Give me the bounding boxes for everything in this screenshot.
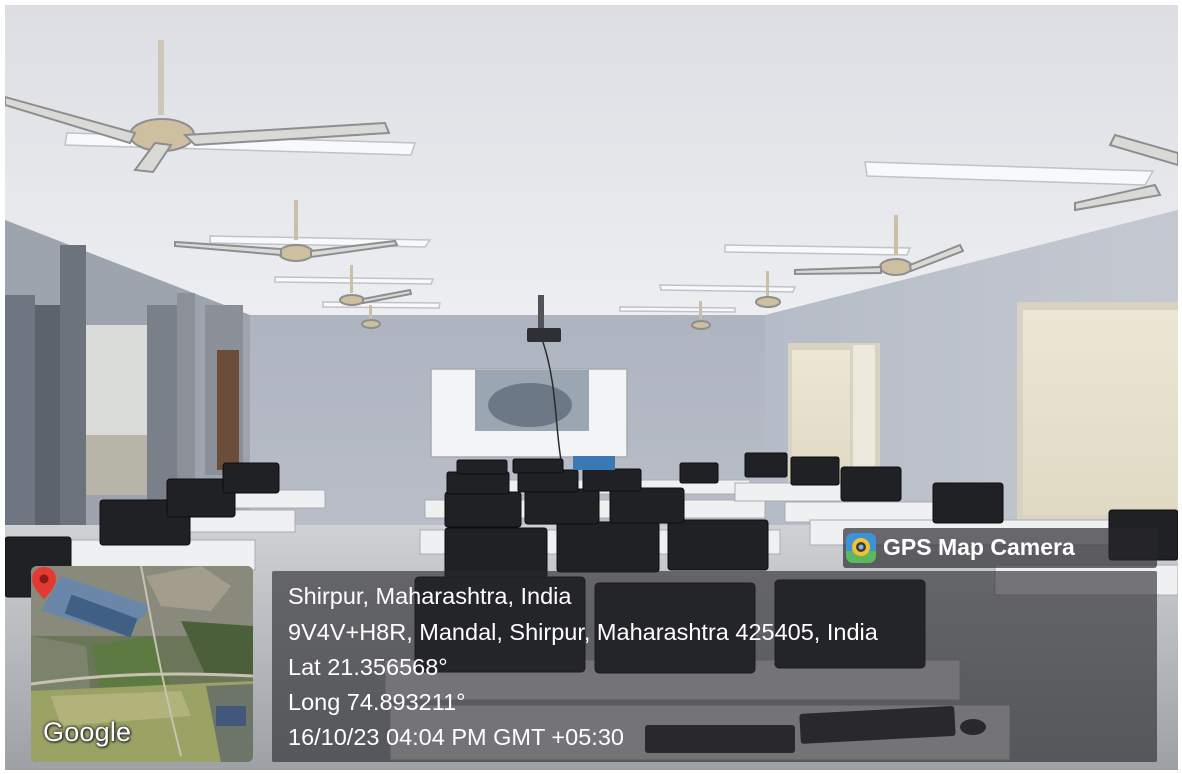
timestamp-value: 16/10/23 04:04 PM GMT +05:30 [288,724,624,750]
google-logo: Google [43,717,132,747]
map-thumbnail[interactable]: Google [31,566,253,762]
gps-map-camera-badge: GPS Map Camera [843,528,1157,568]
latitude-value: Lat 21.356568° [288,654,448,680]
photo-frame: Google GPS Map Camera Shirpur, Maharasht… [5,5,1178,770]
address-line: 9V4V+H8R, Mandal, Shirpur, Maharashtra 4… [288,619,878,645]
monitor-screen-on [573,456,615,470]
map-pin-icon [32,567,56,599]
place-name: Shirpur, Maharashtra, India [288,583,572,609]
gps-map-camera-app-icon [846,533,876,563]
location-info-panel: Shirpur, Maharashtra, India 9V4V+H8R, Ma… [272,571,1157,762]
longitude-value: Long 74.893211° [288,689,466,715]
app-name-label: GPS Map Camera [883,534,1075,560]
